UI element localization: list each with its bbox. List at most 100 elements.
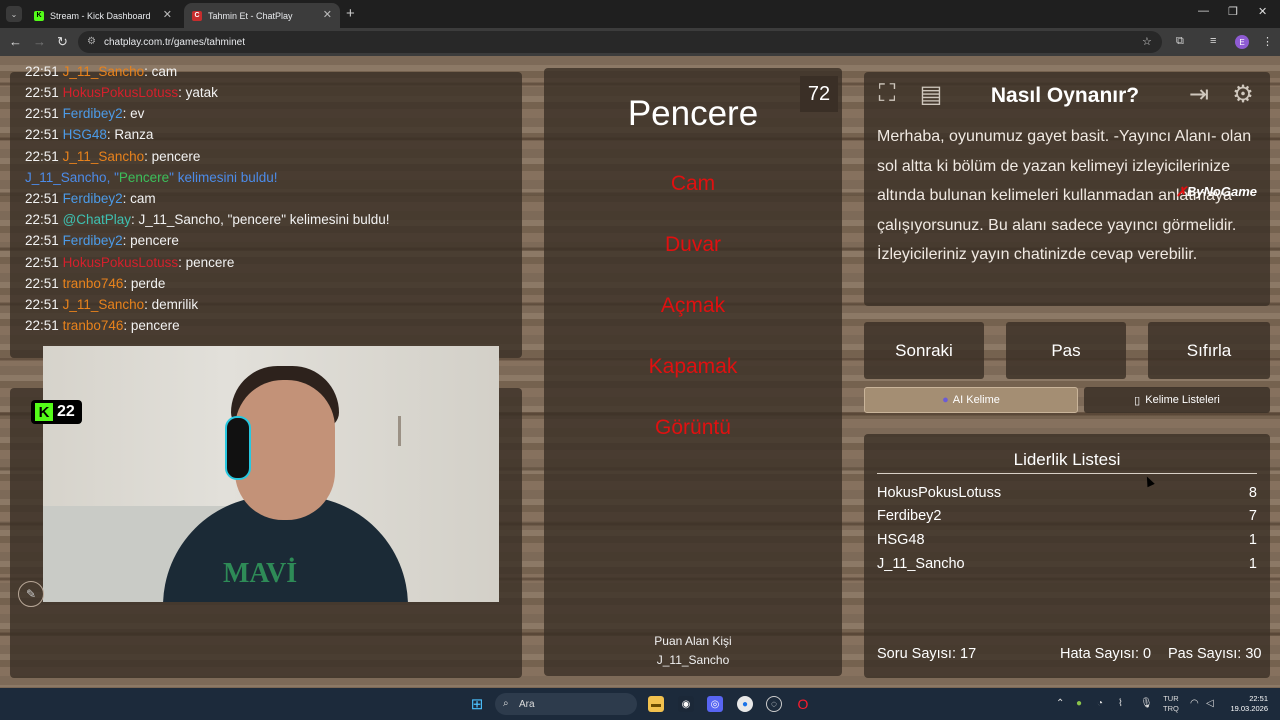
extensions-icon[interactable]: ⧉ — [1176, 35, 1184, 48]
taboo-word: Görüntü — [655, 416, 731, 439]
chat-timestamp: 22:51 — [25, 296, 59, 312]
chat-text: : pencere — [178, 254, 235, 270]
chat-username[interactable]: Ferdibey2 — [63, 233, 123, 248]
microphone-icon[interactable]: 🎙 — [1140, 698, 1153, 709]
wand-icon[interactable]: ✎ — [18, 581, 44, 607]
address-bar[interactable]: ⚙ chatplay.com.tr/games/tahminet — [78, 31, 1162, 53]
tab-strip: ⌄ K Stream - Kick Dashboard ✕ C Tahmin E… — [0, 0, 1280, 28]
taboo-word: Açmak — [660, 294, 726, 317]
site-info-icon[interactable]: ⚙ — [87, 36, 96, 47]
chat-username[interactable]: HokusPokusLotuss — [63, 85, 179, 100]
tab-kick-dashboard[interactable]: K Stream - Kick Dashboard ✕ — [26, 3, 180, 28]
chat-username[interactable]: @ChatPlay — [63, 212, 131, 227]
chat-text: : yatak — [178, 85, 218, 100]
volume-icon[interactable]: ◁ — [1206, 698, 1214, 709]
close-tab-icon[interactable]: ✕ — [323, 8, 332, 21]
taboo-word: Cam — [670, 172, 716, 195]
error-count: Hata Sayısı: 0 — [1060, 646, 1152, 662]
pass-count: Pas Sayısı: 30 — [1168, 646, 1262, 662]
chat-system-message: J_11_Sancho, "Pencere" kelimesini buldu! — [25, 169, 278, 185]
reset-button[interactable]: Sıfırla — [1148, 322, 1270, 379]
chat-messages: 22:51 J_11_Sancho: cam 22:51 HokusPokusLo… — [25, 65, 525, 336]
next-button[interactable]: Sonraki — [864, 322, 984, 379]
pass-button[interactable]: Pas — [1006, 322, 1126, 379]
tab-title: Stream - Kick Dashboard — [50, 10, 151, 21]
chat-message: 22:51 J_11_Sancho: cam — [25, 65, 525, 82]
close-tab-icon[interactable]: ✕ — [163, 8, 172, 21]
chat-username[interactable]: tranbo746 — [63, 276, 124, 291]
restore-icon[interactable]: ❐ — [1228, 5, 1238, 18]
media-controls-icon[interactable]: ≡ — [1210, 35, 1216, 47]
chat-username[interactable]: J_11_Sancho — [63, 149, 145, 164]
file-explorer-icon[interactable]: ▬ — [648, 696, 664, 712]
reload-icon[interactable]: ↻ — [57, 34, 68, 50]
screen: { "browser": { "tabs": [ {"title": "Stre… — [0, 0, 1280, 720]
chat-text: : Ranza — [106, 127, 154, 143]
obs-icon[interactable]: ◌ — [766, 696, 782, 712]
taboo-word: Duvar — [664, 233, 722, 256]
ai-word-button[interactable]: ● AI Kelime — [864, 387, 1078, 413]
forward-icon[interactable]: → — [33, 34, 46, 50]
bookmark-star-icon[interactable]: ☆ — [1142, 35, 1152, 48]
divider — [877, 473, 1257, 474]
viewer-count: 22 — [57, 403, 75, 420]
tab-chatplay[interactable]: C Tahmin Et - ChatPlay ✕ — [184, 3, 340, 28]
chat-timestamp: 22:51 — [25, 127, 59, 143]
windows-start-icon[interactable]: ⊞ — [469, 696, 485, 713]
tray-chevron-icon[interactable]: ⌃ — [1056, 698, 1064, 709]
chat-username[interactable]: J_11_Sancho — [63, 64, 145, 79]
chat-username[interactable]: tranbo746 — [63, 318, 124, 333]
close-window-icon[interactable]: ✕ — [1258, 5, 1267, 18]
tray-app-icon[interactable]: ◔ — [1097, 698, 1103, 709]
clock[interactable]: 22:51 19.03.2026 — [1224, 694, 1268, 714]
discord-icon[interactable]: ◎ — [707, 696, 723, 712]
chat-text: : cam — [144, 64, 178, 79]
network-icon[interactable]: ⌇ — [1118, 698, 1123, 709]
chat-text: : demrilik — [144, 296, 199, 312]
chat-timestamp: 22:51 — [25, 106, 59, 122]
chat-timestamp: 22:51 — [25, 254, 59, 270]
chat-text: : ev — [122, 106, 145, 122]
back-icon[interactable]: ← — [9, 34, 22, 50]
chat-message: 22:51 tranbo746: pencere — [25, 315, 525, 336]
notes-icon[interactable]: ▤ — [914, 78, 948, 110]
minimize-icon[interactable]: — — [1198, 5, 1209, 17]
chat-timestamp: 22:51 — [25, 64, 59, 79]
ai-icon: ● — [942, 394, 949, 406]
settings-gear-icon[interactable]: ⚙ — [1226, 78, 1260, 110]
keyboard-language[interactable]: TUR TRQ — [1163, 694, 1179, 714]
chat-message: 22:51 J_11_Sancho: pencere — [25, 146, 525, 167]
scorer-name: J_11_Sancho — [656, 653, 730, 667]
chat-text: : pencere — [122, 233, 179, 249]
profile-avatar[interactable]: E — [1235, 35, 1249, 49]
tray-app-icon[interactable]: ● — [1076, 698, 1082, 709]
tab-search-icon[interactable]: ⌄ — [6, 6, 22, 22]
chat-message: 22:51 HokusPokusLotuss: pencere — [25, 252, 525, 273]
word-lists-button[interactable]: ▯ Kelime Listeleri — [1084, 387, 1270, 413]
chat-message: 22:51 J_11_Sancho: demrilik — [25, 294, 525, 315]
hoodie-logo: MAVİ — [223, 558, 298, 589]
steam-icon[interactable]: ◉ — [678, 696, 694, 712]
logout-icon[interactable]: ⇥ — [1182, 78, 1216, 110]
chat-message: 22:51 Ferdibey2: cam — [25, 188, 525, 209]
chat-timestamp: 22:51 — [25, 275, 59, 291]
chat-username[interactable]: J_11_Sancho — [63, 297, 145, 312]
chat-message: 22:51 HSG48: Ranza — [25, 124, 525, 145]
fullscreen-icon[interactable]: ⛶ — [870, 78, 904, 110]
taskbar: ⊞ ⌕ Ara ▬ ◉ ◎ ● ◌ O ⌃ ● ◔ ⌇ 🎙 TUR TRQ ◠ ◁… — [0, 688, 1280, 720]
chat-username[interactable]: HokusPokusLotuss — [63, 255, 179, 270]
menu-icon[interactable]: ⋮ — [1262, 35, 1273, 48]
leaderboard-row: Ferdibey2 7 — [877, 508, 1257, 524]
new-tab-icon[interactable]: + — [346, 5, 355, 22]
chat-username[interactable]: HSG48 — [63, 127, 107, 142]
chat-username[interactable]: Ferdibey2 — [63, 191, 123, 206]
taskbar-search[interactable]: ⌕ Ara — [495, 693, 637, 715]
wifi-icon[interactable]: ◠ — [1190, 698, 1199, 709]
sponsor-logo: ✗ByNoGame — [1176, 184, 1257, 199]
opera-icon[interactable]: O — [795, 696, 811, 712]
chat-username[interactable]: Ferdibey2 — [63, 106, 123, 121]
chrome-icon[interactable]: ● — [737, 696, 753, 712]
chat-timestamp: 22:51 — [25, 318, 59, 334]
kick-icon: K — [35, 403, 53, 421]
url-text: chatplay.com.tr/games/tahminet — [104, 36, 245, 48]
